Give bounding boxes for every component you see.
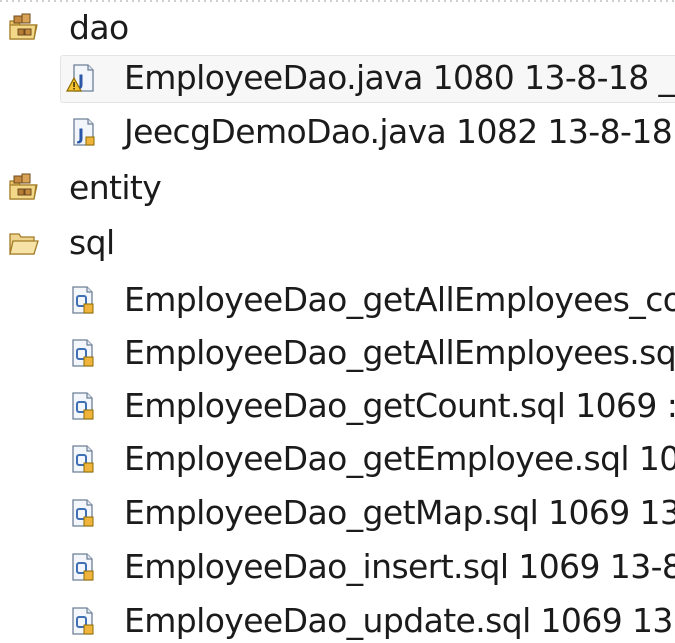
tree-item-sql-file[interactable]: EmployeeDao_update.sql 1069 13 bbox=[0, 596, 675, 643]
tree-item-entity-package[interactable]: entity bbox=[0, 163, 675, 213]
tree-item-label: dao bbox=[69, 8, 129, 47]
tree-item-sql-file[interactable]: EmployeeDao_insert.sql 1069 13-8 bbox=[0, 542, 675, 592]
sql-file-icon bbox=[72, 499, 94, 527]
project-explorer-tree: dao J EmployeeDao.java 1080 13-8-18 _ J … bbox=[0, 0, 675, 643]
java-file-warning-icon: J bbox=[66, 64, 94, 92]
java-file-icon: J bbox=[73, 118, 95, 146]
tree-item-label: EmployeeDao_getAllEmployees.sql bbox=[124, 333, 675, 372]
tree-item-jeecgdemodao-java[interactable]: J JeecgDemoDao.java 1082 13-8-18 bbox=[0, 107, 675, 157]
tree-item-label: entity bbox=[69, 168, 162, 207]
tree-item-dao-package[interactable]: dao bbox=[0, 3, 675, 53]
tree-item-label: EmployeeDao_getAllEmployees_co bbox=[124, 280, 675, 319]
sql-file-icon bbox=[72, 553, 94, 581]
sql-file-icon bbox=[72, 607, 94, 635]
tree-item-label: EmployeeDao_getCount.sql 1069 : bbox=[124, 386, 675, 425]
tree-item-sql-file[interactable]: EmployeeDao_getCount.sql 1069 : bbox=[0, 381, 675, 431]
tree-item-sql-file[interactable]: EmployeeDao_getAllEmployees_co bbox=[0, 275, 675, 325]
tree-item-label: sql bbox=[69, 223, 115, 262]
tree-item-label: EmployeeDao_update.sql 1069 13 bbox=[124, 601, 673, 640]
sql-file-icon bbox=[72, 286, 94, 314]
tree-item-label: EmployeeDao.java 1080 13-8-18 _ bbox=[124, 58, 675, 97]
tree-item-sql-file[interactable]: EmployeeDao_getMap.sql 1069 13 bbox=[0, 488, 675, 538]
tree-item-label: EmployeeDao_getEmployee.sql 10( bbox=[124, 439, 675, 478]
package-icon bbox=[9, 13, 38, 40]
tree-item-sql-folder[interactable]: sql bbox=[0, 218, 675, 268]
sql-file-icon bbox=[72, 392, 94, 420]
sql-file-icon bbox=[72, 445, 94, 473]
tree-item-label: JeecgDemoDao.java 1082 13-8-18 bbox=[124, 112, 673, 151]
tree-item-label: EmployeeDao_getMap.sql 1069 13 bbox=[124, 493, 675, 532]
top-dotted-border bbox=[0, 0, 675, 2]
tree-item-sql-file[interactable]: EmployeeDao_getAllEmployees.sql bbox=[0, 328, 675, 378]
svg-text:J: J bbox=[77, 125, 84, 144]
sql-file-icon bbox=[72, 339, 94, 367]
package-icon bbox=[9, 173, 38, 200]
folder-icon bbox=[9, 233, 39, 255]
tree-item-employeedao-java[interactable]: J EmployeeDao.java 1080 13-8-18 _ bbox=[0, 53, 675, 103]
tree-item-label: EmployeeDao_insert.sql 1069 13-8 bbox=[124, 547, 675, 586]
tree-item-sql-file[interactable]: EmployeeDao_getEmployee.sql 10( bbox=[0, 434, 675, 484]
